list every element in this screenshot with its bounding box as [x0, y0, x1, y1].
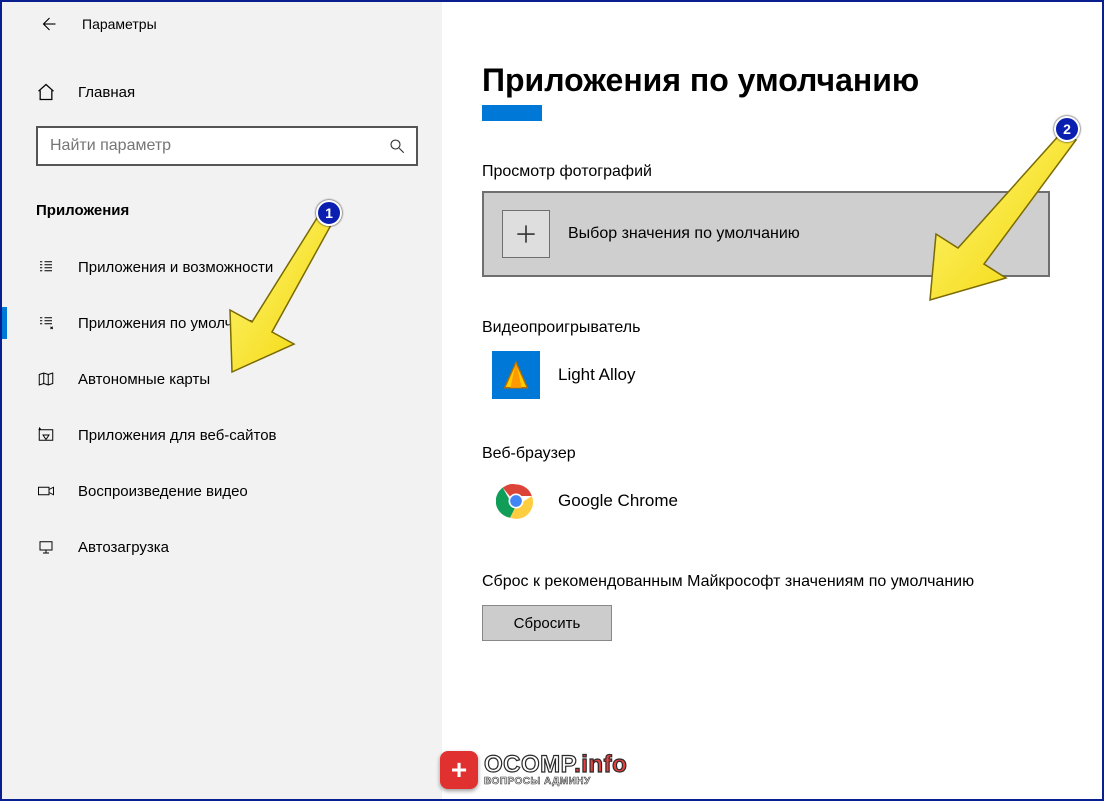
nav-label: Приложения для веб-сайтов: [78, 427, 277, 444]
sidebar-item-video-playback[interactable]: Воспроизведение видео: [2, 463, 442, 519]
watermark: + OCOMP.info ВОПРОСЫ АДМИНУ: [440, 751, 627, 789]
annotation-arrow-1: [202, 202, 362, 382]
video-app-name: Light Alloy: [558, 365, 636, 385]
startup-icon: [36, 538, 56, 556]
sidebar-item-website-apps[interactable]: Приложения для веб-сайтов: [2, 407, 442, 463]
map-icon: [36, 370, 56, 388]
back-button[interactable]: [30, 6, 66, 42]
defaults-icon: [36, 314, 56, 332]
list-icon: [36, 258, 56, 276]
website-icon: [36, 426, 56, 444]
browser-app-name: Google Chrome: [558, 491, 678, 511]
nav-label: Автозагрузка: [78, 539, 169, 556]
plus-icon: [502, 210, 550, 258]
home-label: Главная: [78, 84, 135, 101]
watermark-brand: OCOMP: [484, 751, 574, 778]
reset-button[interactable]: Сбросить: [482, 605, 612, 641]
search-icon: [388, 137, 406, 155]
watermark-suffix: .info: [574, 751, 627, 778]
sidebar: Параметры Главная Приложения: [2, 2, 442, 799]
page-title: Приложения по умолчанию: [482, 62, 1062, 99]
titlebar: Параметры: [2, 2, 442, 46]
video-player-label: Видеопроигрыватель: [482, 319, 1062, 337]
reset-description: Сброс к рекомендованным Майкрософт значе…: [482, 573, 1002, 591]
sidebar-item-startup[interactable]: Автозагрузка: [2, 519, 442, 575]
choose-default-label: Выбор значения по умолчанию: [568, 225, 800, 243]
reset-button-label: Сбросить: [514, 615, 581, 632]
sidebar-item-home[interactable]: Главная: [2, 70, 442, 114]
watermark-plus-icon: +: [440, 751, 478, 789]
browser-app[interactable]: Google Chrome: [482, 473, 1062, 529]
search-input[interactable]: [48, 136, 388, 156]
window-title: Параметры: [82, 16, 157, 32]
nav-label: Воспроизведение видео: [78, 483, 248, 500]
light-alloy-icon: [492, 351, 540, 399]
search-box[interactable]: [36, 126, 418, 166]
nav-label: Автономные карты: [78, 371, 210, 388]
annotation-arrow-2: [902, 122, 1092, 312]
browser-label: Веб-браузер: [482, 445, 1062, 463]
video-icon: [36, 482, 56, 500]
video-player-app[interactable]: Light Alloy: [482, 347, 1062, 403]
annotation-badge-2: 2: [1054, 116, 1080, 142]
watermark-sub: ВОПРОСЫ АДМИНУ: [484, 777, 627, 787]
annotation-badge-1: 1: [316, 200, 342, 226]
home-icon: [36, 82, 56, 102]
accent-strip: [482, 105, 542, 121]
chrome-icon: [492, 477, 540, 525]
